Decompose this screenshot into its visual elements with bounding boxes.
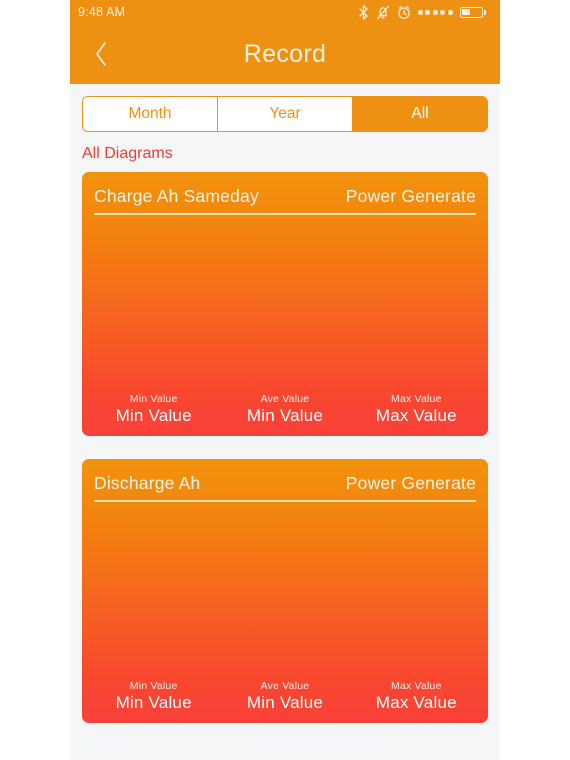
bluetooth-icon <box>358 4 369 20</box>
status-icons <box>358 4 486 20</box>
card-header: Charge Ah Sameday Power Generate <box>82 172 488 215</box>
diagram-card-discharge-ah[interactable]: Discharge Ah Power Generate Min Value Mi… <box>82 459 488 723</box>
stat-ave: Ave Value Min Value <box>219 680 350 713</box>
stat-min: Min Value Min Value <box>88 393 219 426</box>
stat-value: Min Value <box>246 693 324 712</box>
stat-value: Min Value <box>115 693 192 712</box>
battery-icon <box>459 6 486 18</box>
chevron-left-icon <box>93 40 109 68</box>
stat-value: Min Value <box>246 406 324 425</box>
stat-label: Min Value <box>129 680 178 692</box>
status-bar: 9:48 AM <box>70 0 500 24</box>
stat-label: Ave Value <box>260 680 310 692</box>
section-title: All Diagrams <box>82 145 173 162</box>
stat-max: Max Value Max Value <box>351 393 482 426</box>
stat-label: Max Value <box>391 680 442 692</box>
segmented-control: Month Year All <box>82 96 488 132</box>
card-header: Discharge Ah Power Generate <box>82 459 488 502</box>
silent-mode-icon <box>376 5 390 20</box>
stat-label: Min Value <box>129 393 178 405</box>
status-time: 9:48 AM <box>78 5 126 19</box>
card-title: Discharge Ah <box>94 473 201 493</box>
nav-bar: Record <box>70 24 500 84</box>
card-title: Charge Ah Sameday <box>94 186 259 206</box>
back-button[interactable] <box>78 24 124 84</box>
signal-dots-icon <box>417 9 453 15</box>
diagram-card-charge-ah-sameday[interactable]: Charge Ah Sameday Power Generate Min Val… <box>82 172 488 436</box>
card-subtitle: Power Generate <box>345 473 476 493</box>
card-chart-area <box>82 215 488 394</box>
stat-value: Min Value <box>115 406 192 425</box>
card-divider <box>94 500 476 502</box>
stat-max: Max Value Max Value <box>351 680 482 713</box>
stat-ave: Ave Value Min Value <box>219 393 350 426</box>
card-divider <box>94 213 476 215</box>
phone-screen: 9:48 AM Record Month Year All All Diagra… <box>70 0 500 760</box>
card-stats: Min Value Min Value Ave Value Min Value … <box>82 393 488 436</box>
stat-min: Min Value Min Value <box>88 680 219 713</box>
stat-value: Max Value <box>375 693 457 712</box>
tab-year[interactable]: Year <box>218 97 353 131</box>
segmented-control-wrapper: Month Year All <box>70 84 500 132</box>
stat-label: Ave Value <box>260 393 310 405</box>
tab-all[interactable]: All <box>353 97 487 131</box>
alarm-icon <box>397 5 411 20</box>
card-chart-area <box>82 502 488 681</box>
stat-value: Max Value <box>375 406 457 425</box>
stat-label: Max Value <box>391 393 442 405</box>
tab-month[interactable]: Month <box>83 97 218 131</box>
page-title: Record <box>243 39 327 68</box>
card-stats: Min Value Min Value Ave Value Min Value … <box>82 680 488 723</box>
card-subtitle: Power Generate <box>345 186 476 206</box>
